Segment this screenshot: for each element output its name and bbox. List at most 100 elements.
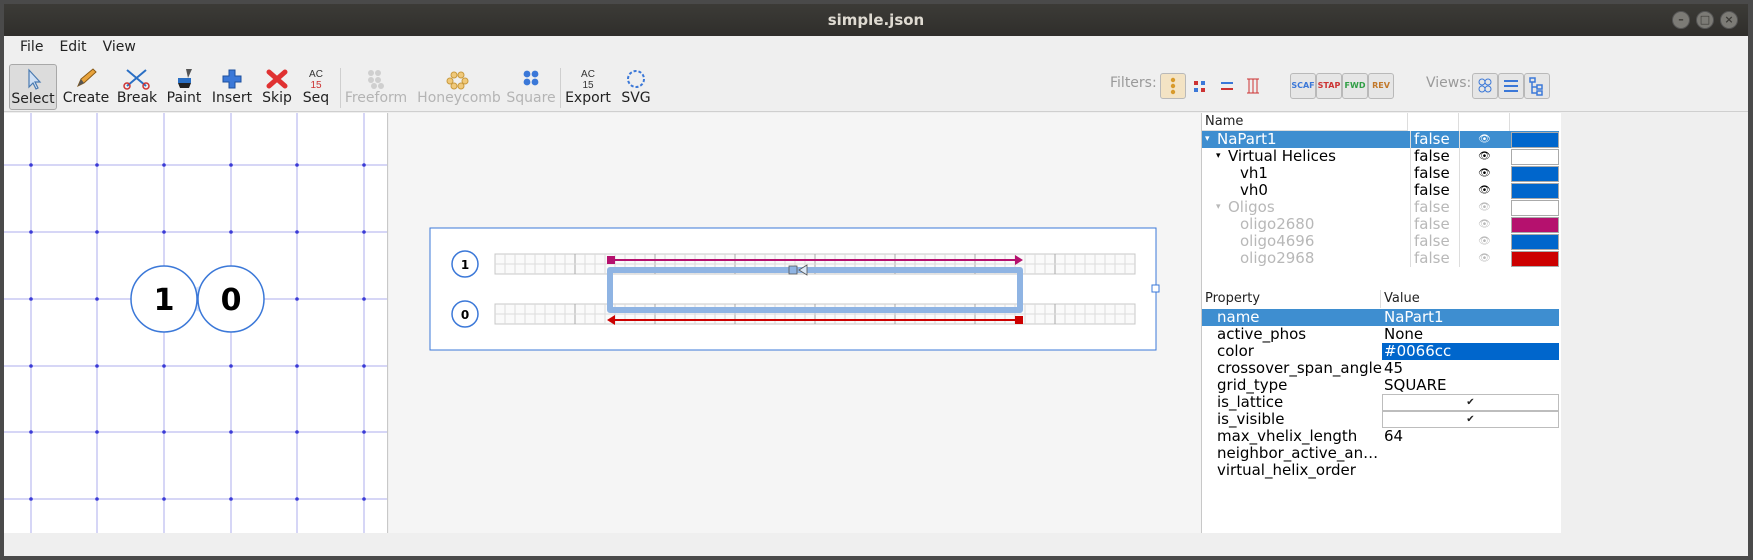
- visibility-eye-icon[interactable]: 👁: [1459, 131, 1509, 148]
- lattice-point[interactable]: [95, 230, 99, 234]
- freeform-tool-button[interactable]: Freeform: [344, 64, 408, 110]
- staple-top-5prime[interactable]: [607, 256, 615, 264]
- close-button[interactable]: ×: [1720, 11, 1738, 29]
- color-value[interactable]: #0066cc: [1382, 343, 1559, 360]
- seq-tool-button[interactable]: AC 15 Seq: [298, 64, 334, 110]
- lattice-point[interactable]: [295, 430, 299, 434]
- visibility-eye-icon[interactable]: 👁: [1459, 216, 1509, 233]
- color-swatch[interactable]: [1511, 149, 1559, 165]
- color-swatch[interactable]: [1511, 234, 1559, 250]
- lattice-point[interactable]: [295, 230, 299, 234]
- lattice-point[interactable]: [229, 230, 233, 234]
- property-value[interactable]: NaPart1: [1384, 309, 1444, 326]
- minimize-button[interactable]: –: [1672, 11, 1690, 29]
- lattice-point[interactable]: [229, 497, 233, 501]
- property-value[interactable]: 45: [1384, 360, 1403, 377]
- lattice-point[interactable]: [229, 430, 233, 434]
- lattice-point[interactable]: [95, 163, 99, 167]
- color-swatch[interactable]: [1511, 132, 1559, 148]
- checkbox[interactable]: ✔: [1382, 394, 1559, 411]
- color-swatch[interactable]: [1511, 183, 1559, 199]
- tree-row-oligo2680[interactable]: oligo2680 false 👁: [1202, 216, 1559, 233]
- path-view[interactable]: 1 0: [389, 113, 1201, 533]
- lattice-point[interactable]: [295, 497, 299, 501]
- lattice-point[interactable]: [95, 297, 99, 301]
- select-tool-button[interactable]: Select: [9, 64, 57, 110]
- property-row-color[interactable]: color #0066cc: [1202, 343, 1559, 360]
- filter-strand-button[interactable]: [1160, 73, 1186, 99]
- tree-row-oligo2968[interactable]: oligo2968 false 👁: [1202, 250, 1559, 267]
- visibility-eye-icon[interactable]: 👁: [1459, 148, 1509, 165]
- staple-bottom-5prime[interactable]: [1015, 316, 1023, 324]
- expand-arrow-icon[interactable]: ▾: [1216, 148, 1221, 165]
- menu-edit[interactable]: Edit: [51, 36, 94, 60]
- lattice-point[interactable]: [162, 497, 166, 501]
- lattice-point[interactable]: [162, 430, 166, 434]
- filter-rev-button[interactable]: REV: [1368, 73, 1394, 99]
- filter-fwd-button[interactable]: FWD: [1342, 73, 1368, 99]
- visibility-eye-icon[interactable]: 👁: [1459, 165, 1509, 182]
- lattice-point[interactable]: [362, 364, 366, 368]
- lattice-point[interactable]: [29, 430, 33, 434]
- property-value[interactable]: None: [1384, 326, 1423, 343]
- property-value[interactable]: 64: [1384, 428, 1403, 445]
- skip-tool-button[interactable]: Skip: [257, 64, 297, 110]
- lattice-point[interactable]: [162, 230, 166, 234]
- scaffold-5prime[interactable]: [788, 265, 798, 275]
- svg-tool-button[interactable]: SVG: [616, 64, 656, 110]
- expand-arrow-icon[interactable]: ▾: [1205, 131, 1210, 148]
- tree-row-vh1[interactable]: vh1 false 👁: [1202, 165, 1559, 182]
- tree-row-napart1[interactable]: ▾ NaPart1 false 👁: [1202, 131, 1559, 148]
- lattice-point[interactable]: [362, 163, 366, 167]
- property-row-grid-type[interactable]: grid_type SQUARE: [1202, 377, 1559, 394]
- lattice-point[interactable]: [362, 230, 366, 234]
- filter-endpoint-button[interactable]: [1188, 73, 1214, 99]
- create-tool-button[interactable]: Create: [62, 64, 110, 110]
- honeycomb-tool-button[interactable]: Honeycomb: [414, 64, 504, 110]
- visibility-eye-icon[interactable]: 👁: [1459, 233, 1509, 250]
- lattice-point[interactable]: [295, 163, 299, 167]
- lattice-point[interactable]: [362, 430, 366, 434]
- tree-row-oligos[interactable]: ▾ Oligos false 👁: [1202, 199, 1559, 216]
- expand-arrow-icon[interactable]: ▾: [1216, 199, 1221, 216]
- property-row-active-phos[interactable]: active_phos None: [1202, 326, 1559, 343]
- filter-xover-button[interactable]: [1214, 73, 1240, 99]
- color-swatch[interactable]: [1511, 251, 1559, 267]
- lattice-point[interactable]: [95, 497, 99, 501]
- lattice-point[interactable]: [295, 364, 299, 368]
- tree-row-virtual-helices[interactable]: ▾ Virtual Helices false 👁: [1202, 148, 1559, 165]
- lattice-point[interactable]: [29, 230, 33, 234]
- checkbox[interactable]: ✔: [1382, 411, 1559, 428]
- slice-view[interactable]: 1 0: [4, 113, 388, 533]
- color-swatch[interactable]: [1511, 217, 1559, 233]
- property-row-is-lattice[interactable]: is_lattice ✔: [1202, 394, 1559, 411]
- tree-row-oligo4696[interactable]: oligo4696 false 👁: [1202, 233, 1559, 250]
- property-row-is-visible[interactable]: is_visible ✔: [1202, 411, 1559, 428]
- tree-row-vh0[interactable]: vh0 false 👁: [1202, 182, 1559, 199]
- lattice-point[interactable]: [29, 497, 33, 501]
- maximize-button[interactable]: □: [1696, 11, 1714, 29]
- lattice-point[interactable]: [362, 297, 366, 301]
- lattice-point[interactable]: [295, 297, 299, 301]
- visibility-eye-icon[interactable]: 👁: [1459, 199, 1509, 216]
- property-row-max-vhelix-length[interactable]: max_vhelix_length 64: [1202, 428, 1559, 445]
- square-tool-button[interactable]: Square: [506, 64, 556, 110]
- filter-scaf-button[interactable]: SCAF: [1290, 73, 1316, 99]
- lattice-point[interactable]: [162, 364, 166, 368]
- lattice-point[interactable]: [95, 430, 99, 434]
- property-value[interactable]: SQUARE: [1384, 377, 1446, 394]
- lattice-point[interactable]: [29, 297, 33, 301]
- lattice-point[interactable]: [362, 497, 366, 501]
- lattice-point[interactable]: [29, 163, 33, 167]
- property-row-virtual-helix-order[interactable]: virtual_helix_order: [1202, 462, 1559, 479]
- lattice-point[interactable]: [95, 364, 99, 368]
- break-tool-button[interactable]: Break: [114, 64, 160, 110]
- filter-virtual-helix-button[interactable]: [1240, 73, 1266, 99]
- menu-view[interactable]: View: [95, 36, 144, 60]
- export-tool-button[interactable]: AC 15 Export: [564, 64, 612, 110]
- lattice-point[interactable]: [229, 364, 233, 368]
- property-row-neighbor-active-an[interactable]: neighbor_active_an…: [1202, 445, 1559, 462]
- color-swatch[interactable]: [1511, 200, 1559, 216]
- lattice-point[interactable]: [162, 163, 166, 167]
- visibility-eye-icon[interactable]: 👁: [1459, 250, 1509, 267]
